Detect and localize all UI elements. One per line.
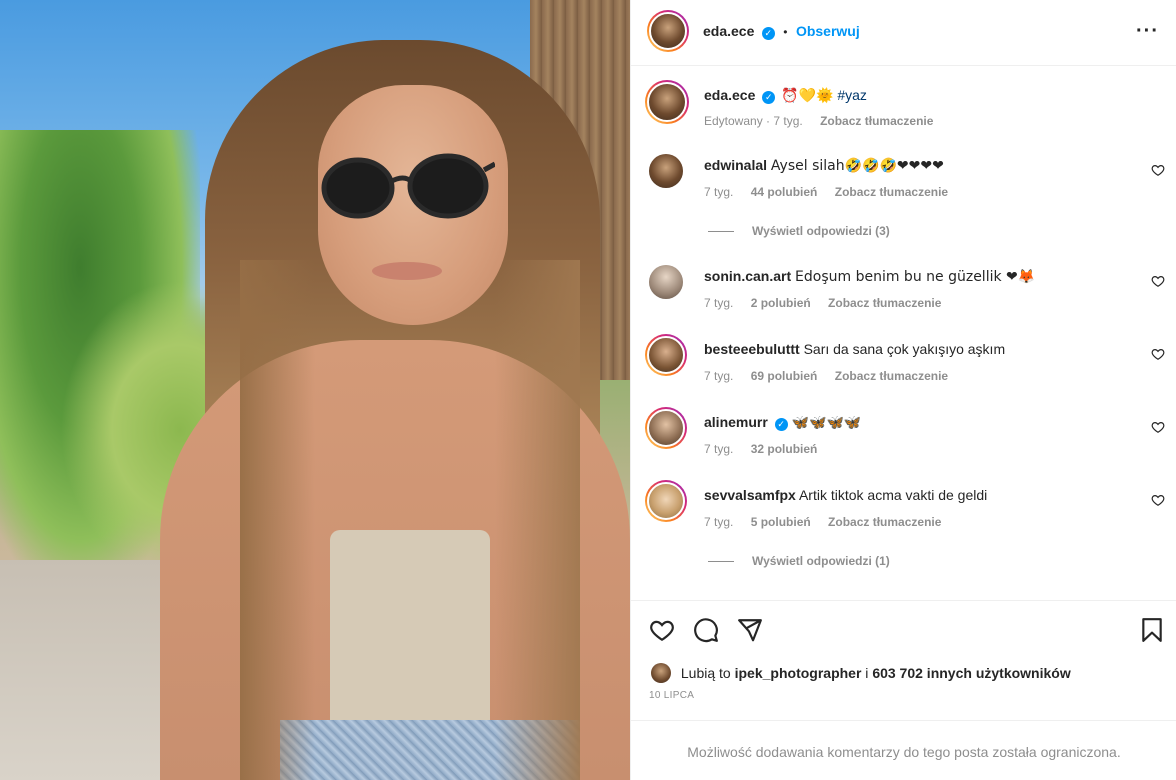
- post-date[interactable]: 10 LIPCA: [649, 690, 694, 701]
- likes-conj: i: [865, 665, 869, 681]
- comments-list[interactable]: eda.ece ✓ ⏰💛🌞 #yaz Edytowany · 7 tyg. Zo…: [631, 66, 1176, 600]
- caption-edited: Edytowany · 7 tyg.: [704, 114, 803, 128]
- comment-heart-icon[interactable]: [1151, 163, 1165, 177]
- comment-likes[interactable]: 2 polubień: [751, 296, 811, 310]
- author-username[interactable]: eda.ece: [703, 23, 754, 39]
- caption-avatar[interactable]: [645, 80, 689, 124]
- likes-others-link[interactable]: 603 702 innych użytkowników: [872, 665, 1070, 681]
- comment-likes[interactable]: 69 polubień: [751, 369, 818, 383]
- commenter-avatar[interactable]: [645, 407, 687, 449]
- comment-age: 7 tyg.: [704, 296, 734, 310]
- post-actions: Lubią to ipek_photographer i 603 702 inn…: [631, 600, 1176, 720]
- post-side-panel: eda.ece ✓ • Obserwuj ··· eda.ece ✓ ⏰💛🌞 #…: [630, 0, 1176, 780]
- separator-dot: •: [783, 25, 788, 39]
- caption-emojis: ⏰💛🌞: [781, 88, 834, 104]
- view-replies-button[interactable]: Wyświetl odpowiedzi (3): [708, 224, 890, 238]
- verified-icon: ✓: [774, 418, 788, 431]
- photo-hair-strands: [240, 260, 580, 780]
- comment-text: Sarı da sana çok yakışıyo aşkım: [803, 341, 1006, 357]
- sunglasses-shape: [321, 153, 495, 219]
- verified-icon: ✓: [761, 27, 775, 40]
- comment-translate-link[interactable]: Zobacz tłumaczenie: [835, 369, 948, 383]
- comment-username[interactable]: alinemurr: [704, 414, 768, 430]
- comment-username[interactable]: sonin.can.art: [704, 268, 791, 284]
- comment-text: Artik tiktok acma vakti de geldi: [798, 487, 988, 503]
- view-replies-button[interactable]: Wyświetl odpowiedzi (1): [708, 554, 890, 568]
- comment-heart-icon[interactable]: [1151, 274, 1165, 288]
- comment-text: Edoşum benim bu ne güzellik ❤🦊: [795, 269, 1036, 285]
- comment-text: 🦋🦋🦋🦋: [791, 415, 862, 431]
- commenter-avatar[interactable]: [645, 480, 687, 522]
- comment-likes[interactable]: 44 polubień: [751, 185, 818, 199]
- heart-icon[interactable]: [649, 617, 675, 643]
- comment-age: 7 tyg.: [704, 185, 734, 199]
- comment-likes[interactable]: 5 polubień: [751, 515, 811, 529]
- commenter-avatar[interactable]: [649, 265, 683, 299]
- bookmark-icon[interactable]: [1139, 617, 1165, 643]
- post-header: eda.ece ✓ • Obserwuj ···: [631, 0, 1176, 66]
- caption-hashtag[interactable]: #yaz: [837, 87, 867, 103]
- caption-translate-link[interactable]: Zobacz tłumaczenie: [820, 114, 933, 128]
- comment-age: 7 tyg.: [704, 442, 734, 456]
- comment-heart-icon[interactable]: [1151, 420, 1165, 434]
- comment-username[interactable]: besteeebuluttt: [704, 341, 800, 357]
- comment-translate-link[interactable]: Zobacz tłumaczenie: [828, 296, 941, 310]
- commenter-avatar[interactable]: [645, 334, 687, 376]
- liker-avatar[interactable]: [651, 663, 671, 683]
- comment-heart-icon[interactable]: [1151, 347, 1165, 361]
- comment-age: 7 tyg.: [704, 369, 734, 383]
- comment-likes[interactable]: 32 polubień: [751, 442, 818, 456]
- caption-username[interactable]: eda.ece: [704, 87, 755, 103]
- comment-username[interactable]: edwinalal: [704, 157, 767, 173]
- post-photo[interactable]: [0, 0, 630, 780]
- share-icon[interactable]: [737, 617, 763, 643]
- comment-heart-icon[interactable]: [1151, 493, 1165, 507]
- comment-age: 7 tyg.: [704, 515, 734, 529]
- liker-username[interactable]: ipek_photographer: [735, 665, 862, 681]
- likes-prefix: Lubią to: [680, 665, 731, 681]
- comment-icon[interactable]: [693, 617, 719, 643]
- verified-icon: ✓: [762, 91, 776, 104]
- comments-restricted-notice: Możliwość dodawania komentarzy do tego p…: [631, 720, 1176, 780]
- follow-button[interactable]: Obserwuj: [796, 23, 860, 39]
- likes-summary: Lubią to ipek_photographer i 603 702 inn…: [651, 663, 1071, 683]
- comment-text: Aysel silah🤣🤣🤣❤❤❤❤: [770, 158, 944, 174]
- comment-translate-link[interactable]: Zobacz tłumaczenie: [835, 185, 948, 199]
- photo-lips: [372, 262, 442, 280]
- commenter-avatar[interactable]: [649, 154, 683, 188]
- author-avatar[interactable]: [647, 10, 689, 52]
- comment-translate-link[interactable]: Zobacz tłumaczenie: [828, 515, 941, 529]
- comment-username[interactable]: sevvalsamfpx: [704, 487, 796, 503]
- more-horizontal-icon[interactable]: ···: [1136, 20, 1159, 43]
